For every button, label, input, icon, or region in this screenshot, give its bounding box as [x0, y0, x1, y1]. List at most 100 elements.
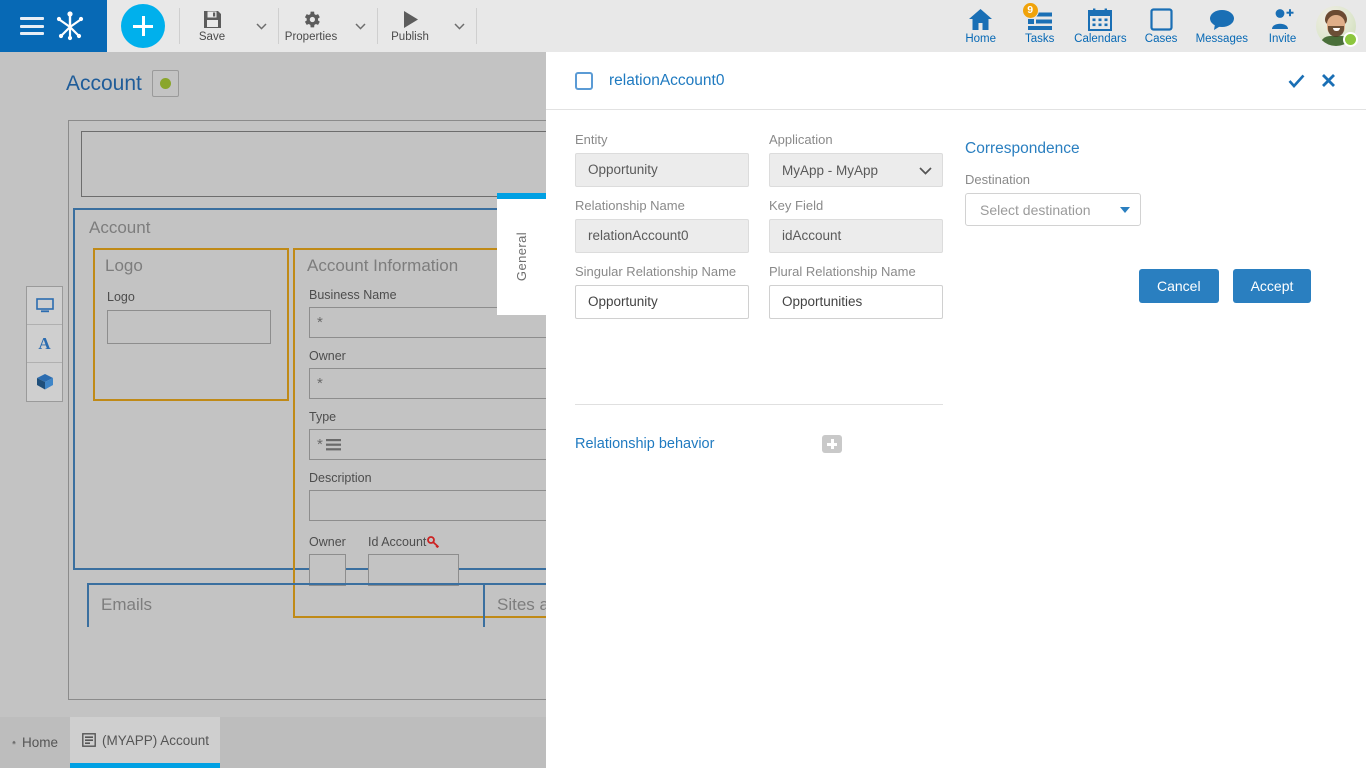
- field-key-field: Key Field idAccount: [769, 198, 943, 253]
- publish-dropdown-toggle[interactable]: [442, 0, 476, 52]
- general-side-tab-label: General: [514, 232, 529, 282]
- destination-select[interactable]: Select destination: [965, 193, 1141, 226]
- logo-group[interactable]: Logo Logo: [93, 248, 289, 401]
- general-side-tab[interactable]: General: [497, 193, 546, 315]
- confirm-icon[interactable]: [1287, 72, 1305, 90]
- relationship-behavior-link[interactable]: Relationship behavior: [575, 436, 714, 452]
- home-icon: [968, 7, 993, 31]
- key-icon: [427, 536, 440, 548]
- correspondence-panel: Correspondence Destination Select destin…: [965, 140, 1325, 303]
- application-select[interactable]: MyApp - MyApp: [769, 153, 943, 187]
- logo-field-label: Logo: [107, 290, 135, 304]
- singular-relationship-name-input[interactable]: Opportunity: [575, 285, 749, 319]
- chevron-down-icon: [255, 22, 267, 30]
- cube-icon: [36, 374, 53, 390]
- nav-tasks-label: Tasks: [1024, 32, 1055, 45]
- relationship-name-input[interactable]: relationAccount0: [575, 219, 749, 253]
- plural-relationship-name-input[interactable]: Opportunities: [769, 285, 943, 319]
- application-label: Application: [769, 132, 833, 147]
- nav-calendars[interactable]: Calendars: [1069, 0, 1131, 52]
- application-select-value: MyApp - MyApp: [782, 162, 879, 178]
- logo-field-input[interactable]: [107, 310, 271, 344]
- caret-down-icon: [1120, 206, 1130, 213]
- cancel-button[interactable]: Cancel: [1139, 269, 1219, 303]
- properties-button[interactable]: Properties: [279, 0, 343, 52]
- add-button-wrap: [107, 0, 179, 52]
- singular-relationship-name-label: Singular Relationship Name: [575, 264, 737, 279]
- properties-label: Properties: [284, 31, 338, 43]
- nav-messages-label: Messages: [1195, 32, 1248, 45]
- entity-status-toggle[interactable]: [151, 70, 179, 97]
- form-icon: [82, 733, 96, 747]
- destination-label: Destination: [965, 172, 1031, 187]
- dialog-header-actions: [1287, 72, 1337, 90]
- nav-cases-label: Cases: [1144, 32, 1178, 45]
- key-field-label: Key Field: [769, 198, 824, 213]
- entity-input[interactable]: Opportunity: [575, 153, 749, 187]
- play-icon: [400, 8, 421, 30]
- properties-dropdown-toggle[interactable]: [343, 0, 377, 52]
- taskbar-item-home-label: Home: [21, 735, 58, 750]
- nav-cases[interactable]: Cases: [1132, 0, 1191, 52]
- dialog-divider: [575, 404, 943, 405]
- avatar[interactable]: [1312, 0, 1360, 52]
- nav-messages[interactable]: Messages: [1191, 0, 1253, 52]
- correspondence-actions: Cancel Accept: [965, 269, 1325, 303]
- small-field-label-owner: Owner: [309, 535, 346, 549]
- tool-screen[interactable]: [27, 287, 62, 325]
- designer-tools: A: [26, 286, 63, 402]
- tasks-icon: 9: [1021, 1, 1053, 31]
- entity-label: Entity: [575, 132, 608, 147]
- plural-relationship-name-label: Plural Relationship Name: [769, 264, 916, 279]
- frog-logo-icon: [56, 11, 83, 41]
- relationship-name-label: Relationship Name: [575, 198, 685, 213]
- tool-object[interactable]: [27, 363, 62, 401]
- save-button[interactable]: Save: [180, 0, 244, 52]
- save-group: Save: [180, 0, 278, 52]
- top-toolbar: Save Properties Publish Home 9 Tasks Cal…: [0, 0, 1366, 52]
- dialog-header: relationAccount0: [546, 52, 1366, 110]
- nav-invite[interactable]: Invite: [1253, 0, 1312, 52]
- plus-icon: [827, 439, 838, 449]
- accept-button[interactable]: Accept: [1232, 269, 1312, 303]
- nav-invite-label: Invite: [1268, 32, 1297, 45]
- field-relationship-name: Relationship Name relationAccount0: [575, 198, 749, 253]
- save-dropdown-toggle[interactable]: [244, 0, 278, 52]
- chevron-down-icon: [919, 163, 932, 178]
- taskbar-item-account[interactable]: (MYAPP) Account ✖: [70, 717, 242, 768]
- logo-group-title: Logo: [105, 256, 143, 275]
- square-icon: [1149, 7, 1173, 31]
- hamburger-icon[interactable]: [20, 17, 45, 35]
- taskbar-item-home[interactable]: Home: [0, 717, 70, 768]
- add-behavior-button[interactable]: [822, 435, 843, 453]
- close-icon[interactable]: [1319, 72, 1337, 90]
- add-button[interactable]: [121, 4, 165, 48]
- small-field-input-owner[interactable]: [309, 554, 346, 586]
- dialog-checkbox[interactable]: [575, 71, 593, 90]
- designer-tab-emails[interactable]: Emails: [87, 583, 483, 627]
- key-field-input[interactable]: idAccount: [769, 219, 943, 253]
- small-field-input-id-account[interactable]: [368, 554, 459, 586]
- publish-button[interactable]: Publish: [378, 0, 442, 52]
- field-entity: Entity Opportunity: [575, 132, 749, 187]
- chevron-down-icon: [453, 22, 465, 30]
- dialog-form-column-right: Application MyApp - MyApp Key Field idAc…: [769, 132, 943, 330]
- tool-text[interactable]: A: [27, 325, 62, 363]
- nav-tasks[interactable]: 9 Tasks: [1010, 0, 1069, 52]
- letter-a-icon: A: [38, 333, 51, 353]
- correspondence-title: Correspondence: [965, 140, 1080, 157]
- nav-home-label: Home: [965, 32, 996, 45]
- nav-calendars-label: Calendars: [1074, 32, 1127, 45]
- brand-area: [0, 0, 107, 52]
- nav-home[interactable]: Home: [951, 0, 1010, 52]
- green-dot-icon: [159, 78, 171, 89]
- tasks-badge: 9: [1021, 1, 1039, 19]
- relationship-behavior-row: Relationship behavior: [575, 435, 843, 453]
- chevron-down-icon: [354, 22, 366, 30]
- taskbar-item-account-label: (MYAPP) Account: [102, 732, 210, 748]
- field-application: Application MyApp - MyApp: [769, 132, 943, 187]
- monitor-icon: [35, 298, 54, 313]
- field-plural-relationship-name: Plural Relationship Name Opportunities: [769, 264, 943, 319]
- page-title: Account: [66, 71, 142, 95]
